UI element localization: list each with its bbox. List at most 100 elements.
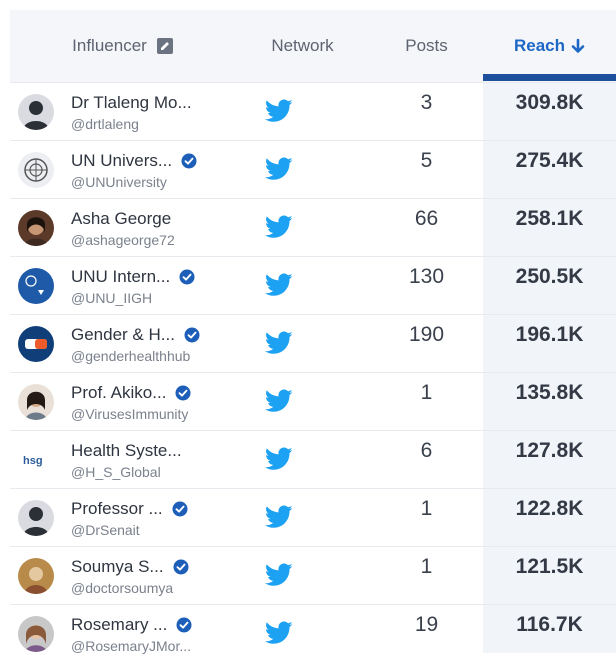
avatar[interactable] (18, 152, 54, 188)
column-header-network[interactable]: Network (235, 10, 370, 82)
verified-badge-icon (179, 269, 195, 285)
avatar[interactable] (18, 94, 54, 130)
avatar[interactable] (18, 384, 54, 420)
influencer-handle: @H_S_Global (71, 464, 161, 480)
influencer-handle: @doctorsoumya (71, 580, 174, 596)
avatar[interactable] (18, 210, 54, 246)
posts-count: 66 (414, 207, 439, 230)
column-header-posts[interactable]: Posts (370, 10, 483, 82)
avatar[interactable] (18, 616, 54, 652)
influencer-name[interactable]: UN Univers... (71, 151, 172, 171)
influencer-name[interactable]: Dr Tlaleng Mo... (71, 93, 192, 113)
influencer-name[interactable]: Soumya S... (71, 557, 164, 577)
verified-badge-icon (184, 327, 200, 343)
influencer-cell: UNU Intern... @UNU_IIGH (71, 266, 231, 306)
twitter-icon (264, 563, 293, 587)
posts-count: 6 (420, 439, 433, 462)
influencer-handle: @VirusesImmunity (71, 406, 189, 422)
twitter-icon (264, 273, 293, 297)
verified-badge-icon (172, 501, 188, 517)
influencer-handle: @RosemaryJMor... (71, 638, 192, 654)
table-row[interactable]: Dr Tlaleng Mo... @drtlaleng 3 309.8K (10, 82, 616, 140)
table-row[interactable]: Gender & H... @genderhealthhub 190 196.1K (10, 314, 616, 372)
twitter-icon (264, 157, 293, 181)
reach-header-label: Reach (513, 36, 566, 55)
table-row[interactable]: Professor ... @DrSenait 1 122.8K (10, 488, 616, 546)
posts-count: 19 (414, 613, 439, 636)
influencer-name[interactable]: Health Syste... (71, 441, 182, 461)
influencer-handle: @drtlaleng (71, 116, 139, 132)
name-line: Dr Tlaleng Mo... (71, 92, 231, 114)
reach-value: 275.4K (515, 149, 584, 172)
table-row[interactable]: UN Univers... @UNUniversity 5 275.4K (10, 140, 616, 198)
influencer-cell: Soumya S... @doctorsoumya (71, 556, 231, 596)
table-row[interactable]: Asha George @ashageorge72 66 258.1K (10, 198, 616, 256)
influencer-cell: Dr Tlaleng Mo... @drtlaleng (71, 92, 231, 132)
twitter-icon (264, 215, 293, 239)
influencer-name[interactable]: Gender & H... (71, 325, 175, 345)
verified-badge-icon (176, 617, 192, 633)
reach-value: 196.1K (515, 323, 584, 346)
twitter-icon (264, 331, 293, 355)
reach-value: 122.8K (515, 497, 584, 520)
avatar[interactable] (18, 558, 54, 594)
influencer-handle: @ashageorge72 (71, 232, 175, 248)
name-line: Asha George (71, 208, 231, 230)
influencer-cell: Rosemary ... @RosemaryJMor... (71, 614, 231, 654)
name-line: Health Syste... (71, 440, 231, 462)
reach-value: 258.1K (515, 207, 584, 230)
verified-badge-icon (181, 153, 197, 169)
influencer-cell: Health Syste... @H_S_Global (71, 440, 231, 480)
avatar[interactable]: hsg (18, 442, 54, 478)
posts-count: 130 (408, 265, 445, 288)
influencer-name[interactable]: Prof. Akiko... (71, 383, 166, 403)
name-line: UNU Intern... (71, 266, 231, 288)
table-row[interactable]: hsg Health Syste... @H_S_Global 6 127.8K (10, 430, 616, 488)
influencer-handle: @UNUniversity (71, 174, 167, 190)
posts-count: 190 (408, 323, 445, 346)
table-row[interactable]: Rosemary ... @RosemaryJMor... 19 116.7K (10, 604, 616, 662)
influencer-handle: @DrSenait (71, 522, 140, 538)
name-line: Prof. Akiko... (71, 382, 231, 404)
arrow-down-icon[interactable] (571, 38, 585, 54)
verified-badge-icon (173, 559, 189, 575)
table-row[interactable]: Prof. Akiko... @VirusesImmunity 1 135.8K (10, 372, 616, 430)
twitter-icon (264, 447, 293, 471)
posts-count: 1 (420, 555, 433, 578)
posts-header-label: Posts (405, 36, 448, 55)
posts-count: 1 (420, 381, 433, 404)
influencer-name[interactable]: UNU Intern... (71, 267, 170, 287)
table-header: Influencer Network Posts Reach (10, 10, 616, 82)
reach-value: 309.8K (515, 91, 584, 114)
influencer-header-label: Influencer (72, 36, 147, 55)
influencer-name[interactable]: Asha George (71, 209, 171, 229)
column-header-reach[interactable]: Reach (483, 10, 616, 82)
influencer-name[interactable]: Rosemary ... (71, 615, 167, 635)
column-header-influencer[interactable]: Influencer (10, 10, 235, 82)
edit-icon[interactable] (156, 38, 173, 54)
influencer-table: Influencer Network Posts Reach Dr Tlalen… (10, 10, 616, 654)
reach-value: 135.8K (515, 381, 584, 404)
influencer-cell: Gender & H... @genderhealthhub (71, 324, 231, 364)
influencer-cell: Prof. Akiko... @VirusesImmunity (71, 382, 231, 422)
posts-count: 1 (420, 497, 433, 520)
name-line: UN Univers... (71, 150, 231, 172)
name-line: Professor ... (71, 498, 231, 520)
avatar[interactable] (18, 326, 54, 362)
posts-count: 5 (420, 149, 433, 172)
table-row[interactable]: UNU Intern... @UNU_IIGH 130 250.5K (10, 256, 616, 314)
avatar[interactable] (18, 268, 54, 304)
name-line: Gender & H... (71, 324, 231, 346)
influencer-cell: Asha George @ashageorge72 (71, 208, 231, 248)
reach-value: 250.5K (515, 265, 584, 288)
verified-badge-icon (175, 385, 191, 401)
name-line: Rosemary ... (71, 614, 231, 636)
reach-value: 127.8K (515, 439, 584, 462)
avatar[interactable] (18, 500, 54, 536)
influencer-name[interactable]: Professor ... (71, 499, 163, 519)
twitter-icon (264, 505, 293, 529)
influencer-handle: @genderhealthhub (71, 348, 191, 364)
posts-count: 3 (420, 91, 433, 114)
twitter-icon (264, 389, 293, 413)
table-row[interactable]: Soumya S... @doctorsoumya 1 121.5K (10, 546, 616, 604)
